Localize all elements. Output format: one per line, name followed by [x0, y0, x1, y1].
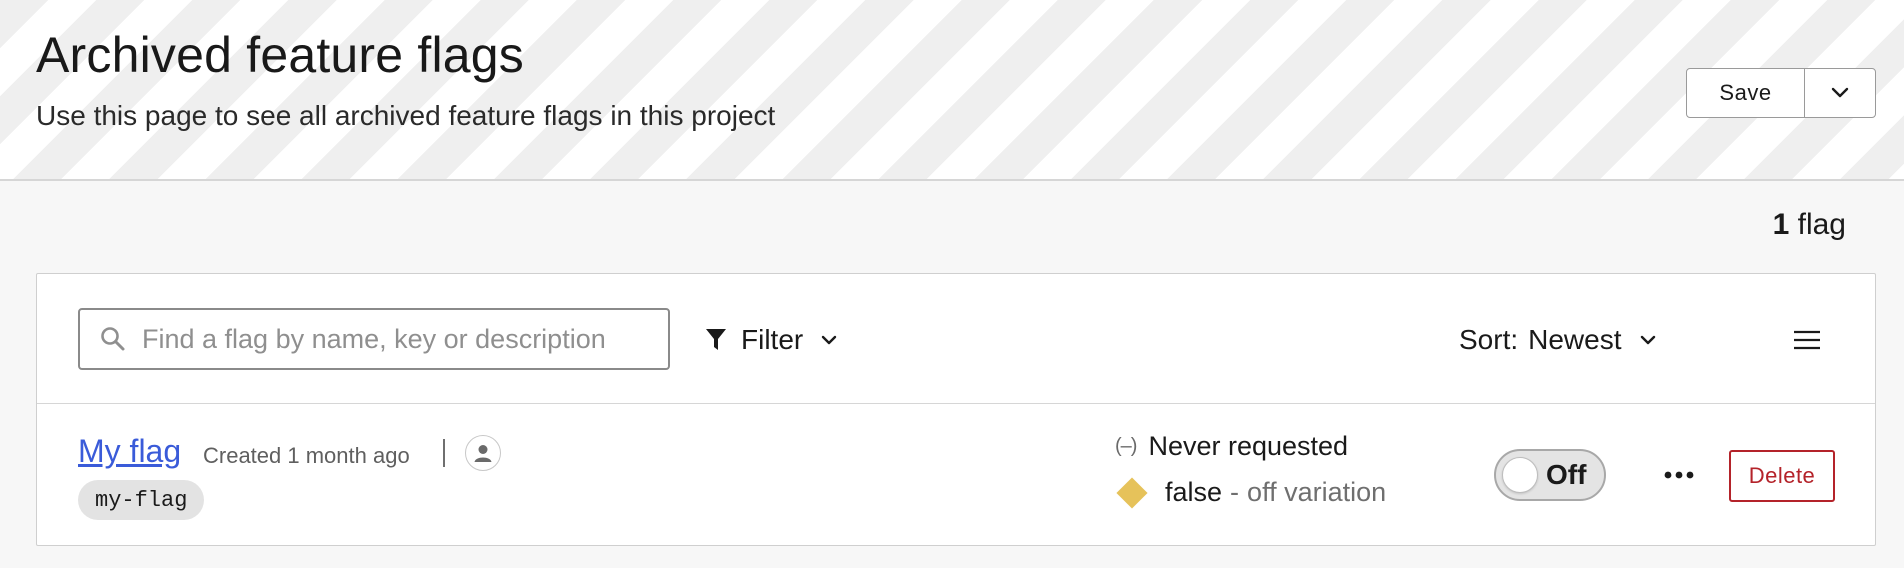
page-title: Archived feature flags [36, 27, 524, 83]
sort-button[interactable]: Sort: Newest [1459, 312, 1656, 368]
hamburger-menu-icon [1794, 330, 1820, 350]
search-icon [101, 327, 125, 351]
chevron-down-icon [1831, 87, 1849, 98]
flag-row: My flag Created 1 month ago my-flag (–) … [37, 405, 1875, 546]
toggle-label: Off [1546, 459, 1587, 490]
variation-value: false [1165, 477, 1223, 507]
save-button[interactable]: Save [1687, 69, 1805, 117]
evaluation-status-label: Never requested [1148, 431, 1349, 461]
chevron-down-icon [822, 335, 837, 344]
flags-toolbar: Filter Sort: Newest [37, 274, 1875, 404]
evaluation-status: (–) Never requested [1115, 431, 1348, 462]
flag-key-badge[interactable]: my-flag [78, 480, 205, 520]
flag-count-number: 1 [1772, 208, 1790, 241]
variation-diamond-icon [1116, 476, 1148, 509]
flag-created-date: Created 1 month ago [203, 443, 410, 468]
list-view-menu-button[interactable] [1787, 322, 1827, 358]
flag-toggle[interactable]: Off [1494, 449, 1606, 501]
flag-count-unit: flag [1797, 208, 1846, 241]
toggle-knob [1502, 457, 1538, 493]
delete-button[interactable]: Delete [1729, 450, 1835, 502]
filter-label: Filter [741, 324, 804, 355]
never-requested-icon: (–) [1115, 435, 1137, 457]
variation-name: off variation [1247, 477, 1387, 507]
flag-name-link[interactable]: My flag [78, 433, 181, 470]
flags-panel: Filter Sort: Newest My flag Created 1 mo… [36, 273, 1876, 546]
variation-separator: - [1230, 477, 1240, 507]
search-box [78, 308, 670, 370]
search-input[interactable] [142, 323, 622, 355]
flag-count: 1 flag [1773, 208, 1846, 242]
save-button-group: Save [1686, 68, 1876, 118]
page-header: Archived feature flags Use this page to … [0, 0, 1904, 181]
page-subtitle: Use this page to see all archived featur… [36, 100, 776, 131]
sort-prefix: Sort: [1459, 324, 1519, 355]
meta-divider [443, 439, 445, 467]
maintainer-avatar[interactable] [465, 435, 501, 471]
chevron-down-icon [1640, 335, 1655, 344]
sort-value: Newest [1528, 324, 1622, 355]
filter-button[interactable]: Filter [705, 312, 837, 368]
user-icon [474, 445, 492, 462]
filter-icon [706, 329, 726, 350]
ellipsis-icon [1664, 471, 1694, 479]
save-options-button[interactable] [1805, 69, 1875, 117]
more-actions-button[interactable] [1657, 457, 1701, 493]
off-variation: false - off variation [1116, 476, 1387, 509]
